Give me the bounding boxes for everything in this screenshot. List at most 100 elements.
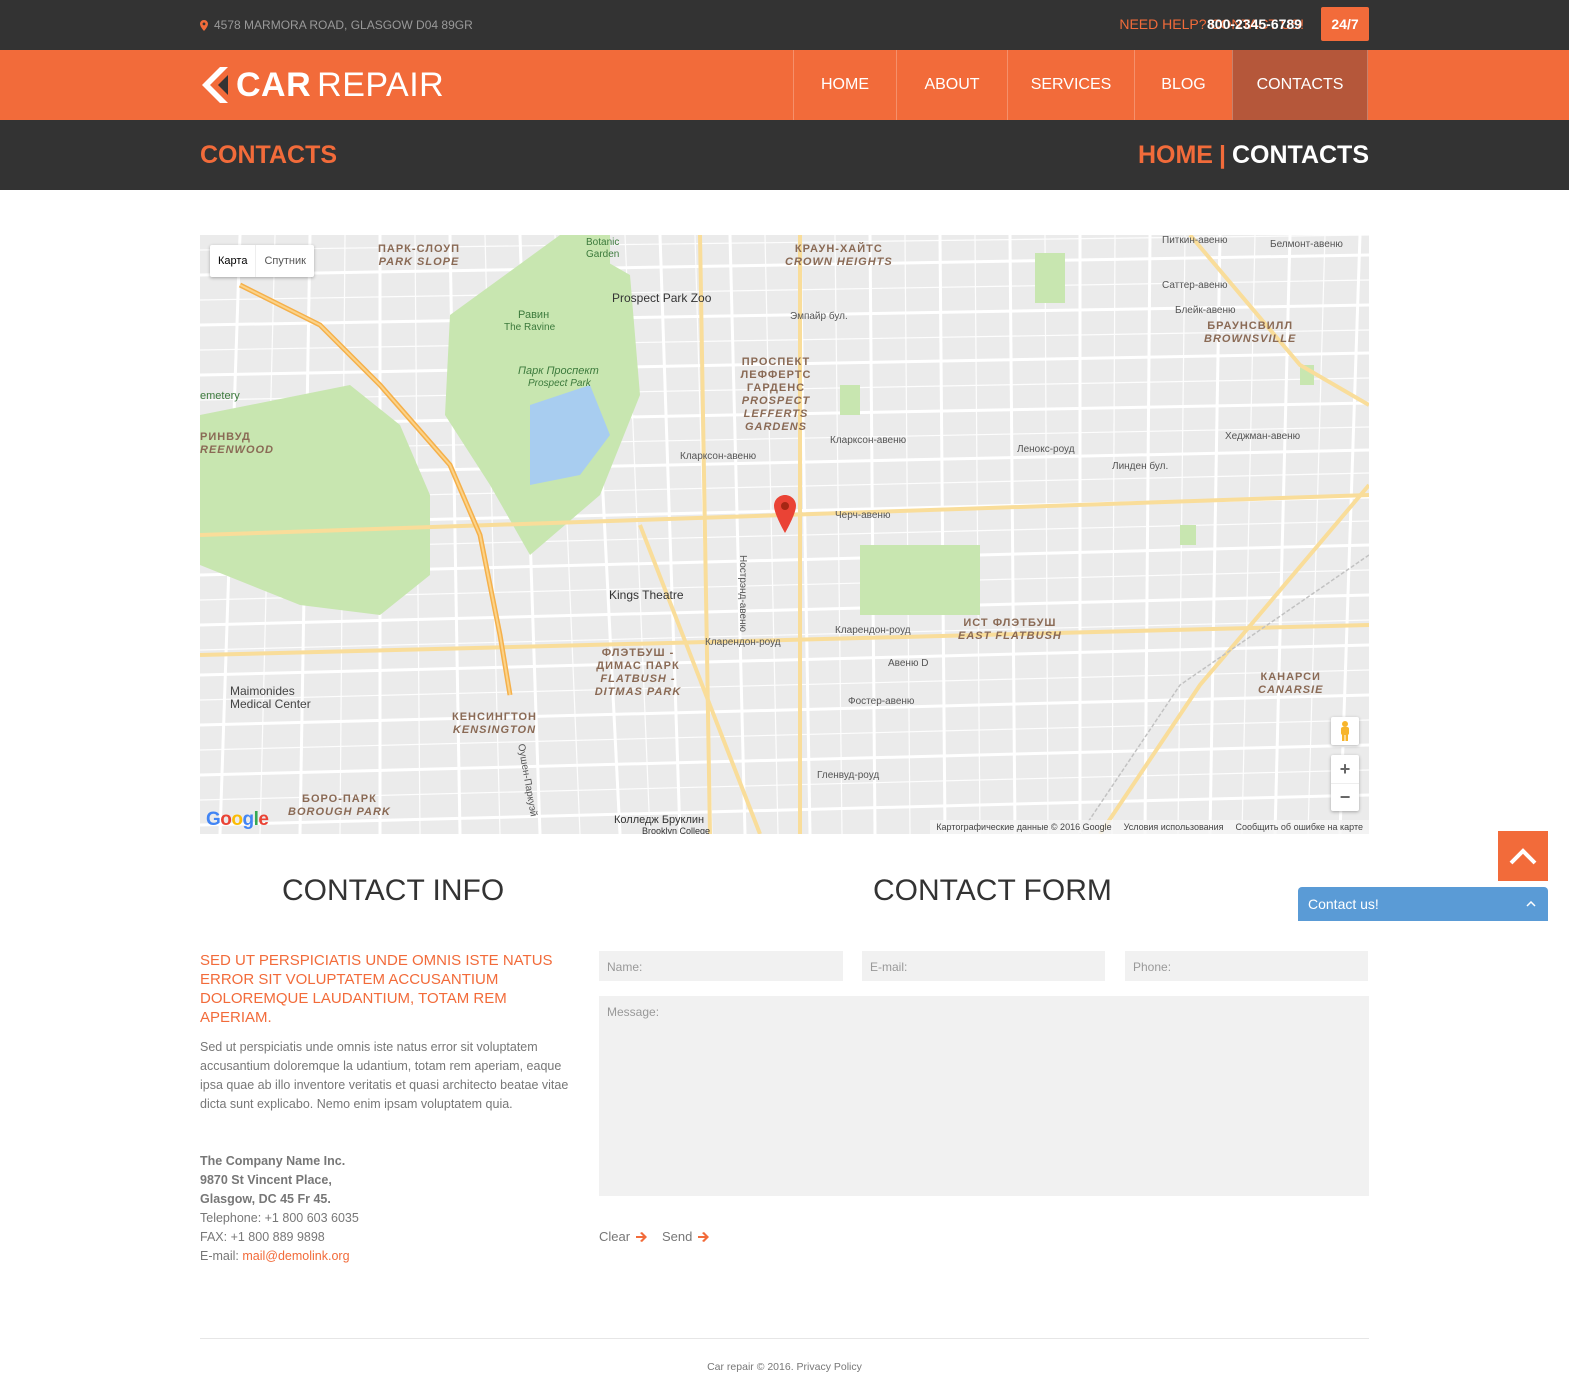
map-poi: Prospect Park Zoo	[612, 291, 712, 305]
message-textarea[interactable]: Message:	[599, 996, 1369, 1196]
map-street: Эмпайр бул.	[790, 311, 848, 322]
map-report-link[interactable]: Сообщить об ошибке на карте	[1236, 822, 1363, 832]
map-street: Хеджман-авеню	[1225, 431, 1301, 442]
breadcrumb-current: CONTACTS	[1231, 141, 1369, 169]
address-text: 4578 MARMORA ROAD, GLASGOW D04 89GR	[214, 18, 473, 32]
map-type-satellite[interactable]: Спутник	[255, 245, 313, 277]
map-poi: The Ravine	[504, 322, 556, 333]
arrow-right-icon	[636, 1231, 648, 1242]
map-street: Линден бул.	[1112, 461, 1169, 472]
map-poi: Kings Theatre	[609, 588, 684, 602]
map-type-control: Карта Спутник	[210, 245, 314, 277]
email-link[interactable]: mail@demolink.org	[242, 1249, 349, 1263]
contact-form-heading: CONTACT FORM	[873, 874, 1112, 907]
logo[interactable]: CAR REPAIR	[200, 64, 444, 106]
main-nav: HOME ABOUT SERVICES BLOG CONTACTS	[793, 50, 1368, 120]
contact-us-widget[interactable]: Contact us!	[1298, 887, 1548, 921]
address: 4578 MARMORA ROAD, GLASGOW D04 89GR	[200, 18, 473, 32]
map-type-map[interactable]: Карта	[210, 245, 255, 277]
zoom-out-button[interactable]: −	[1331, 783, 1359, 811]
nav-blog[interactable]: BLOG	[1134, 50, 1232, 120]
clear-button[interactable]: Clear	[599, 1229, 648, 1244]
map-label: ИСТ ФЛЭТБУШ EAST FLATBUSH	[958, 617, 1062, 642]
map-label: РИНВУД REENWOOD	[200, 431, 274, 456]
phone-input[interactable]: Phone:	[1125, 951, 1368, 981]
nav-contacts[interactable]: CONTACTS	[1232, 50, 1368, 120]
contact-us-label: Contact us!	[1308, 896, 1379, 912]
nav-bar: CAR REPAIR HOME ABOUT SERVICES BLOG CONT…	[0, 50, 1569, 120]
nav-home[interactable]: HOME	[793, 50, 896, 120]
send-label: Send	[662, 1229, 693, 1244]
map-street: Кларендон-роуд	[705, 637, 781, 648]
email-input[interactable]: E-mail:	[862, 951, 1105, 981]
send-button[interactable]: Send	[662, 1229, 710, 1244]
location-marker-icon[interactable]	[774, 495, 796, 533]
google-logo[interactable]: Google	[206, 809, 269, 831]
page-title: CONTACTS	[200, 141, 338, 169]
map-label: ПАРК-СЛОУП PARK SLOPE	[378, 243, 460, 268]
breadcrumb-home[interactable]: HOME	[1138, 141, 1213, 169]
map-street: Авеню D	[888, 658, 929, 669]
google-map[interactable]: Карта Спутник ПАРК-СЛОУП PARK SLOPE КРАУН…	[200, 235, 1369, 834]
map-poi: Колледж Бруклин	[614, 814, 705, 826]
badge-24-7: 24/7	[1321, 7, 1369, 41]
map-poi: Равин	[518, 309, 550, 321]
phone-number[interactable]: 800-2345-6789	[1207, 16, 1302, 32]
company-details: The Company Name Inc. 9870 St Vincent Pl…	[200, 1152, 359, 1266]
footer-divider	[200, 1338, 1369, 1339]
map-street: Кларксон-авеню	[830, 435, 907, 446]
map-data-credit: Картографические данные © 2016 Google	[936, 822, 1112, 832]
map-tiles	[200, 235, 1369, 834]
contact-info-text: Sed ut perspiciatis unde omnis iste natu…	[200, 1040, 569, 1111]
map-label: ФЛЭТБУШ - ДИМАС ПАРК FLATBUSH - DITMAS PA…	[594, 647, 682, 698]
chevron-logo-icon	[202, 67, 228, 103]
chevron-up-icon	[1509, 848, 1537, 865]
map-street: Белмонт-авеню	[1270, 239, 1343, 250]
map-street: Саттер-авеню	[1162, 280, 1228, 291]
nav-about[interactable]: ABOUT	[896, 50, 1007, 120]
nav-services[interactable]: SERVICES	[1007, 50, 1134, 120]
title-bar: CONTACTS HOME | CONTACTS	[0, 120, 1569, 190]
map-poi: Maimonides Medical Center	[230, 684, 311, 711]
map-street: Фостер-авеню	[848, 696, 915, 707]
map-street: Нострэнд-авеню	[737, 555, 748, 633]
map-street: Гленвуд-роуд	[817, 770, 880, 781]
map-poi: emetery	[200, 390, 240, 402]
company-name: The Company Name Inc.	[200, 1154, 346, 1168]
name-input[interactable]: Name:	[599, 951, 843, 981]
map-street: Кларксон-авеню	[680, 451, 757, 462]
zoom-in-button[interactable]: +	[1331, 755, 1359, 783]
map-label: КЕНСИНГТОН KENSINGTON	[452, 711, 537, 736]
map-label: ПРОСПЕКТ ЛЕФФЕРТС ГАРДЕНС PROSPECT LEFFER…	[740, 356, 812, 433]
breadcrumb: HOME | CONTACTS	[1138, 141, 1369, 170]
map-terms-link[interactable]: Условия использования	[1124, 822, 1224, 832]
map-label: КАНАРСИ CANARSIE	[1258, 671, 1324, 696]
map-poi: Парк Проспект	[518, 365, 599, 377]
company-city: Glasgow, DC 45 Fr 45.	[200, 1192, 331, 1206]
zoom-control: + −	[1331, 755, 1359, 811]
map-label: БРАУНСВИЛЛ BROWNSVILLE	[1204, 320, 1297, 345]
logo-text-bold: CAR	[236, 65, 312, 104]
pegman-icon[interactable]	[1331, 717, 1359, 745]
map-label: КРАУН-ХАЙТС CROWN HEIGHTS	[785, 243, 893, 268]
contact-info-heading: CONTACT INFO	[282, 874, 505, 907]
map-street: Питкин-авеню	[1162, 235, 1228, 246]
company-street: 9870 St Vincent Place,	[200, 1173, 332, 1187]
scroll-to-top-button[interactable]	[1498, 831, 1548, 881]
email-label: E-mail:	[200, 1249, 243, 1263]
map-label: БОРО-ПАРК BOROUGH PARK	[288, 793, 391, 818]
map-poi: Brooklyn College	[642, 826, 711, 834]
breadcrumb-separator: |	[1218, 141, 1226, 169]
map-street: Блейк-авеню	[1175, 305, 1236, 316]
chevron-up-icon	[1526, 901, 1536, 907]
logo-text-light: REPAIR	[317, 65, 445, 104]
top-bar: 4578 MARMORA ROAD, GLASGOW D04 89GR NEED…	[0, 0, 1569, 50]
company-email-row: E-mail: mail@demolink.org	[200, 1247, 359, 1266]
map-poi: Botanic Garden	[586, 237, 620, 260]
company-fax: FAX: +1 800 889 9898	[200, 1230, 325, 1244]
arrow-right-icon	[698, 1231, 710, 1242]
map-street: Черч-авеню	[835, 510, 891, 521]
map-attribution: Картографические данные © 2016 Google Ус…	[930, 820, 1369, 834]
contact-info-title: SED UT PERSPICIATIS UNDE OMNIS ISTE NATU…	[200, 952, 553, 1026]
clear-label: Clear	[599, 1229, 631, 1244]
